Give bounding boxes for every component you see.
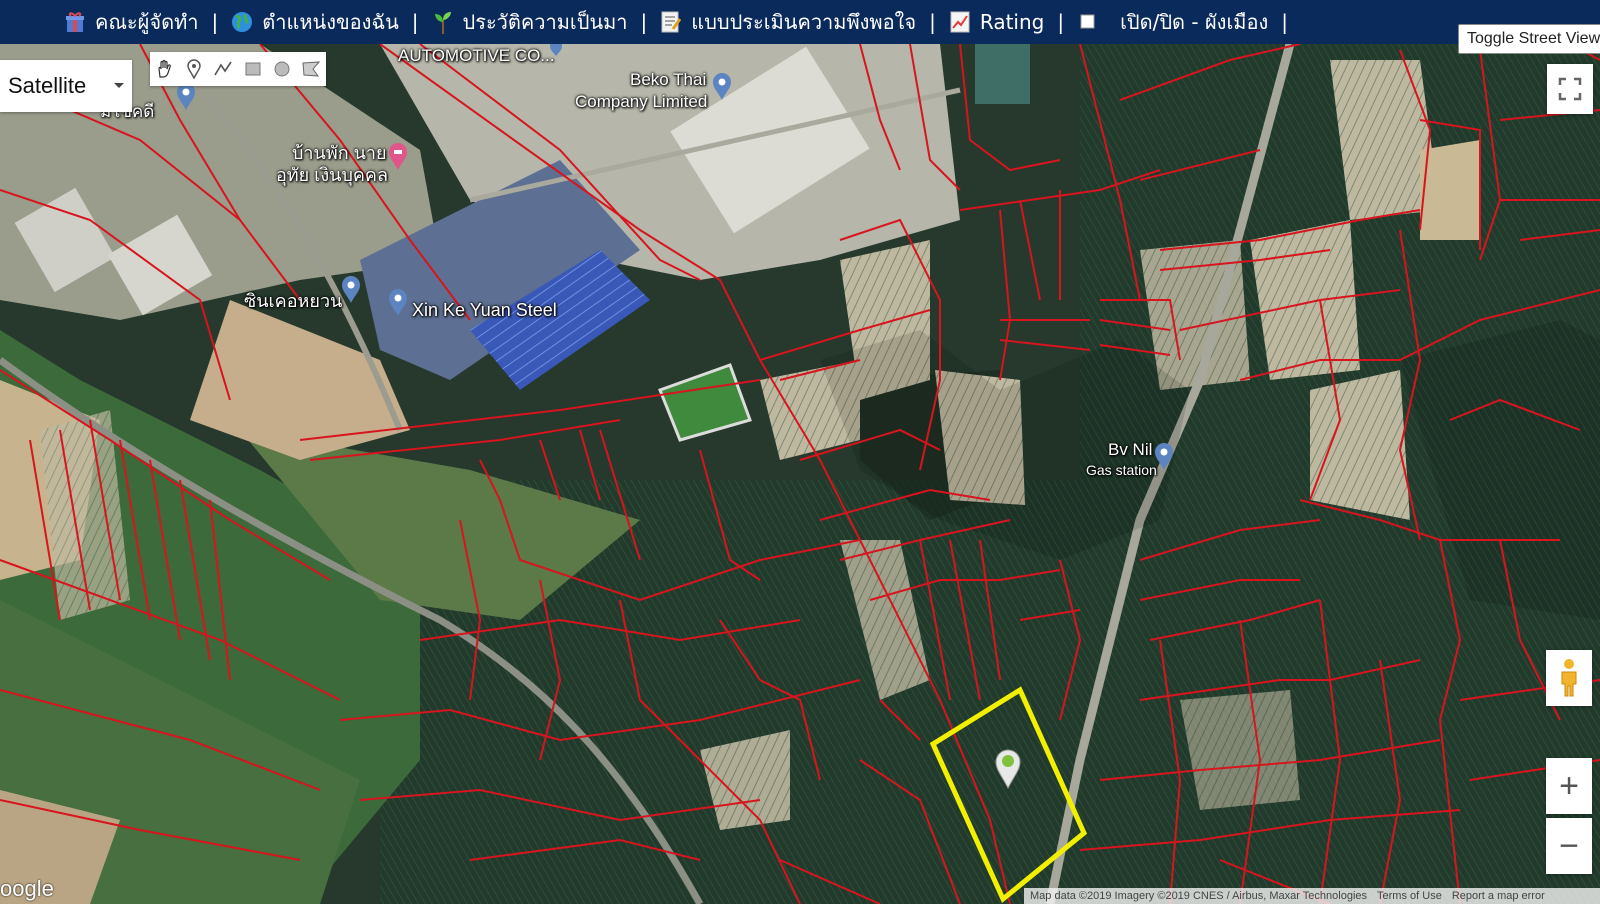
fullscreen-button[interactable] [1547, 64, 1593, 114]
label-sinkeyuan: ซินเคอหยวน [244, 291, 343, 311]
nav-separator: | [1281, 10, 1288, 34]
plantation-rows-12 [1420, 140, 1480, 240]
nav-label-zoning-toggle: เปิด/ปิด - ผังเมือง [1120, 10, 1269, 34]
map-attribution: Map data ©2019 Imagery ©2019 CNES / Airb… [1024, 888, 1600, 904]
attribution-data: Map data ©2019 Imagery ©2019 CNES / Airb… [1030, 890, 1368, 902]
circle-tool-icon[interactable] [269, 56, 295, 82]
label-gas-station: Gas station [1086, 462, 1157, 478]
fullscreen-icon [1558, 77, 1582, 101]
label-automotive: AUTOMOTIVE CO... [398, 46, 555, 65]
nav-label-rating: Rating [979, 10, 1045, 34]
memo-icon [660, 10, 682, 34]
toggle-street-view-button[interactable]: Toggle Street View [1458, 24, 1600, 54]
report-map-error-link[interactable]: Report a map error [1452, 890, 1545, 902]
nav-separator: | [929, 10, 936, 34]
polyline-tool-icon[interactable] [210, 56, 236, 82]
nav-separator: | [1057, 10, 1065, 34]
sprout-icon [432, 10, 454, 34]
nav-separator: | [640, 10, 648, 34]
map-type-select[interactable]: Satellite [0, 60, 132, 112]
gift-icon [64, 10, 86, 34]
nav-label-my-location: ตำแหน่งของฉัน [262, 10, 399, 34]
map-type-label: Satellite [8, 73, 87, 98]
nav-item-my-location[interactable]: ตำแหน่งของฉัน [231, 6, 399, 38]
nav-label-team: คณะผู้จัดทำ [95, 10, 199, 34]
nav-label-history: ประวัติความเป็นมา [462, 10, 628, 34]
nav-label-survey: แบบประเมินความพึงพอใจ [691, 10, 917, 34]
zoom-in-button[interactable]: + [1546, 758, 1592, 814]
nav-separator: | [411, 10, 419, 34]
nav-item-history[interactable]: ประวัติความเป็นมา [432, 6, 628, 38]
nav-item-survey[interactable]: แบบประเมินความพึงพอใจ [660, 6, 916, 38]
drawing-toolbar [150, 52, 326, 86]
map-app: AUTOMOTIVE CO... Beko Thai Company Limit… [0, 0, 1600, 904]
satellite-map[interactable] [0, 0, 1600, 904]
marker-tool-icon[interactable] [181, 56, 207, 82]
terms-of-use-link[interactable]: Terms of Use [1377, 890, 1442, 902]
label-hotel-line2: อุทัย เงินบุคคล [276, 165, 389, 185]
nav-item-team[interactable]: คณะผู้จัดทำ [64, 6, 199, 38]
nav-item-zoning-toggle[interactable]: เปิด/ปิด - ผังเมือง [1077, 6, 1268, 38]
nav-item-rating[interactable]: Rating [949, 10, 1044, 34]
label-bv-nil: Bv Nil [1108, 440, 1153, 459]
polygon-tool-icon[interactable] [298, 56, 324, 82]
pond-north [975, 44, 1030, 104]
hand-pan-tool-icon[interactable] [152, 56, 178, 82]
label-beko-company: Company Limited [575, 92, 708, 111]
caret-down-icon [114, 83, 124, 88]
label-beko-thai: Beko Thai [630, 70, 707, 89]
plantation-rows-10 [1180, 690, 1300, 810]
chart-icon [949, 10, 971, 34]
globe-icon [231, 10, 253, 34]
zoom-out-button[interactable]: − [1546, 818, 1592, 874]
nav-separator: | [211, 10, 219, 34]
plantation-rows-4 [1310, 370, 1410, 520]
checkbox-icon[interactable] [1077, 10, 1099, 34]
top-nav-bar: คณะผู้จัดทำ | ตำแหน่งของฉัน | ประวัติควา… [0, 0, 1600, 44]
pegman-icon [1561, 659, 1577, 697]
street-view-pegman-button[interactable] [1546, 650, 1592, 706]
rectangle-tool-icon[interactable] [240, 56, 266, 82]
label-xin-ke-yuan-steel: Xin Ke Yuan Steel [412, 300, 557, 320]
google-logo: oogle [0, 876, 54, 901]
